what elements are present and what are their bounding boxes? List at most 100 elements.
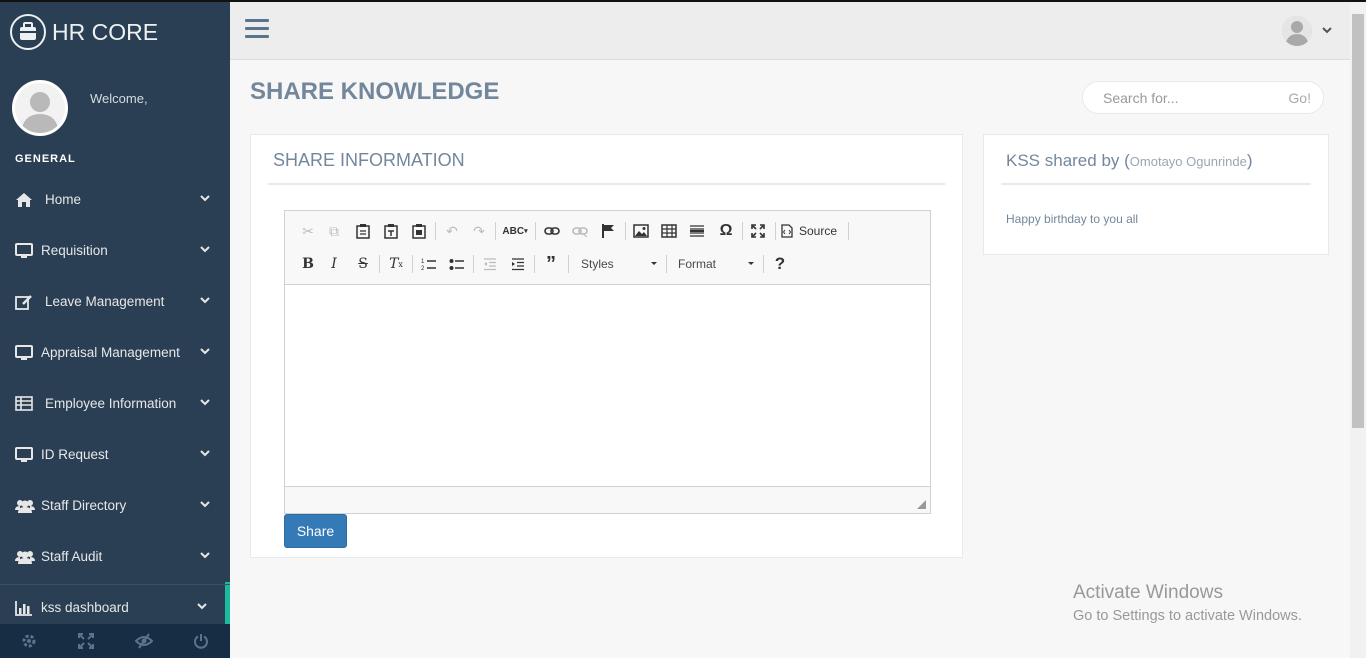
toolbar-separator (848, 222, 849, 240)
chevron-down-icon (200, 246, 210, 253)
search-go-button[interactable]: Go! (1288, 90, 1311, 106)
resize-handle-icon[interactable] (917, 500, 926, 509)
scrollbar-thumb[interactable] (1352, 14, 1364, 428)
redo-icon[interactable]: ↷ (468, 221, 490, 241)
sidebar-footer (0, 624, 230, 658)
editor-toolbar: ✂ ⧉ ↶ ↷ ABC ▾ Ω Source B I S T x 1 2 ” S… (285, 211, 930, 285)
cut-icon[interactable]: ✂ (297, 221, 319, 241)
bold-icon[interactable]: B (297, 254, 319, 274)
editor-content-area[interactable] (285, 286, 930, 486)
fullscreen-icon[interactable] (58, 624, 116, 658)
sidebar-item-appraisal-management[interactable]: Appraisal Management (0, 327, 230, 378)
remove-format-icon[interactable]: Tx (385, 254, 407, 274)
toolbar-separator (534, 255, 535, 273)
power-icon[interactable] (173, 624, 231, 658)
paste-word-icon[interactable] (408, 221, 430, 241)
panel-divider (268, 183, 945, 185)
sidebar-item-home[interactable]: Home (0, 174, 230, 225)
brand-logo-icon (10, 14, 46, 50)
outdent-icon[interactable] (479, 254, 501, 274)
svg-text:2: 2 (421, 266, 425, 271)
sidebar-item-staff-directory[interactable]: Staff Directory (0, 480, 230, 531)
user-avatar[interactable] (1282, 16, 1312, 46)
toolbar-separator (568, 255, 569, 273)
chevron-down-icon[interactable] (1322, 26, 1332, 34)
brand[interactable]: HR CORE (10, 14, 158, 50)
kss-message: Happy birthday to you all (1006, 212, 1139, 226)
sidebar-item-leave-management[interactable]: Leave Management (0, 276, 230, 327)
users-icon (15, 549, 37, 565)
undo-icon[interactable]: ↶ (441, 221, 463, 241)
dropdown-caret-icon (651, 262, 657, 265)
kss-panel-title: KSS shared by (Omotayo Ogunrinde) (1006, 151, 1253, 171)
sidebar-item-requisition[interactable]: Requisition (0, 225, 230, 276)
search-input[interactable] (1103, 89, 1273, 106)
menu-toggle-icon[interactable] (245, 19, 269, 41)
toolbar-separator (625, 222, 626, 240)
format-dropdown[interactable]: Format (672, 254, 756, 274)
toolbar-separator (763, 255, 764, 273)
chevron-down-icon (197, 603, 207, 610)
maximize-icon[interactable] (747, 221, 769, 241)
sidebar-item-label: kss dashboard (41, 600, 129, 615)
toolbar-separator (379, 255, 380, 273)
strikethrough-icon[interactable]: S (352, 254, 374, 274)
profile-avatar (12, 80, 68, 136)
styles-label: Styles (581, 257, 614, 271)
page-scrollbar[interactable] (1350, 2, 1366, 658)
sidebar-item-label: Requisition (41, 243, 108, 258)
styles-dropdown[interactable]: Styles (575, 254, 659, 274)
paste-icon[interactable] (352, 221, 374, 241)
chevron-down-icon (200, 297, 210, 304)
spellcheck-icon[interactable]: ABC ▾ (501, 221, 529, 241)
link-icon[interactable] (541, 221, 563, 241)
svg-text:1: 1 (421, 259, 425, 265)
sidebar-item-label: Staff Audit (41, 549, 103, 564)
blockquote-icon[interactable]: ” (540, 253, 562, 275)
source-button[interactable]: Source (781, 221, 845, 241)
numbered-list-icon[interactable]: 12 (418, 254, 440, 274)
copy-icon[interactable]: ⧉ (323, 221, 345, 241)
horizontal-line-icon[interactable] (686, 221, 708, 241)
sidebar-item-staff-audit[interactable]: Staff Audit (0, 531, 230, 582)
paste-text-icon[interactable] (380, 221, 402, 241)
image-icon[interactable] (630, 221, 652, 241)
page-title: SHARE KNOWLEDGE (250, 78, 500, 105)
menu-divider (0, 584, 230, 585)
italic-icon[interactable]: I (323, 254, 345, 274)
desktop-icon (15, 242, 37, 259)
settings-icon[interactable] (0, 624, 58, 658)
kss-shared-panel: KSS shared by (Omotayo Ogunrinde) Happy … (983, 134, 1329, 255)
unlink-icon[interactable] (569, 221, 591, 241)
share-information-panel: SHARE INFORMATION ✂ ⧉ ↶ ↷ ABC ▾ Ω Source… (250, 134, 963, 558)
toolbar-separator (495, 222, 496, 240)
help-icon[interactable]: ? (769, 254, 791, 274)
dropdown-caret-icon (748, 262, 754, 265)
chevron-down-icon (200, 399, 210, 406)
special-character-icon[interactable]: Ω (715, 221, 737, 241)
chevron-down-icon (200, 450, 210, 457)
sidebar: HR CORE Welcome, GENERAL Home Requisitio… (0, 2, 230, 658)
top-navbar (230, 2, 1350, 60)
toolbar-separator (412, 255, 413, 273)
share-button[interactable]: Share (284, 514, 347, 548)
eye-slash-icon[interactable] (115, 624, 173, 658)
source-label: Source (799, 224, 838, 238)
table-insert-icon[interactable] (658, 221, 680, 241)
sidebar-menu: Home Requisition Leave Management Apprai… (0, 174, 230, 633)
kss-title-suffix: ) (1246, 151, 1253, 170)
sidebar-item-label: ID Request (41, 447, 109, 462)
sidebar-item-employee-information[interactable]: Employee Information (0, 378, 230, 429)
desktop-icon (15, 344, 37, 361)
menu-section-title: GENERAL (15, 153, 76, 165)
chevron-down-icon (200, 195, 210, 202)
sidebar-item-label: Appraisal Management (41, 345, 180, 360)
panel-title: SHARE INFORMATION (273, 150, 465, 170)
indent-icon[interactable] (507, 254, 529, 274)
anchor-flag-icon[interactable] (597, 221, 619, 241)
desktop-icon (15, 446, 37, 463)
table-icon (15, 395, 37, 412)
sidebar-item-id-request[interactable]: ID Request (0, 429, 230, 480)
bulleted-list-icon[interactable] (446, 254, 468, 274)
rich-text-editor: ✂ ⧉ ↶ ↷ ABC ▾ Ω Source B I S T x 1 2 ” S… (284, 210, 931, 514)
